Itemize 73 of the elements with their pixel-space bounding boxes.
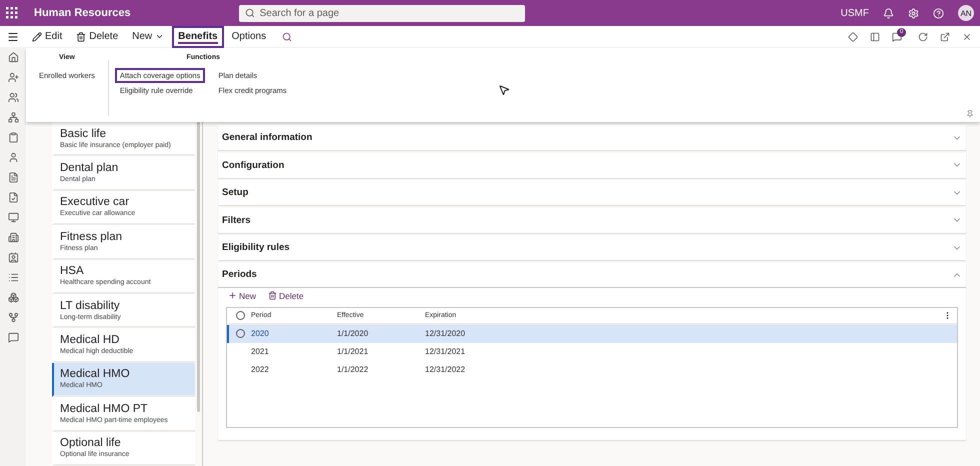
action-button[interactable]: New (126, 26, 170, 48)
company-label[interactable]: USMF (840, 8, 869, 18)
plan-name: Executive car (60, 196, 130, 208)
chat-icon[interactable] (8, 332, 18, 343)
plan-name: Medical HMO PT (60, 402, 149, 415)
table-cell-text: 12/31/2021 (425, 347, 466, 356)
table-cell-text: 1/1/2020 (337, 329, 370, 338)
document-icon[interactable] (8, 172, 18, 183)
scrollbar[interactable] (197, 122, 200, 412)
app-launcher-icon[interactable] (6, 7, 18, 19)
refresh-icon[interactable] (918, 32, 928, 42)
plan-name: Fitness plan (60, 230, 124, 243)
pencil-icon (32, 32, 42, 42)
action-button[interactable]: Delete (70, 26, 124, 48)
building-icon[interactable] (8, 232, 18, 243)
plan-name: Dental plan (60, 162, 120, 174)
plus-icon (228, 291, 237, 300)
search-icon[interactable] (282, 32, 292, 42)
section-header[interactable]: Configuration (218, 152, 966, 178)
help-icon[interactable] (933, 8, 944, 18)
section-header[interactable]: General information (218, 125, 966, 150)
table-cell-text: 12/31/2022 (425, 365, 466, 374)
row-radio[interactable] (236, 329, 244, 338)
home-icon[interactable] (8, 52, 18, 63)
trash-icon (76, 32, 86, 42)
action-tab[interactable]: Benefits (172, 26, 224, 48)
user-avatar[interactable]: AN (958, 5, 974, 21)
plan-name: Optional life (60, 437, 122, 450)
chevron-down-icon (155, 32, 164, 41)
person-icon[interactable] (8, 152, 18, 163)
table-cell-text: 2022 (251, 365, 270, 374)
pin-icon[interactable] (966, 110, 974, 118)
table-cell-text: 2021 (251, 347, 270, 356)
section-header[interactable]: Eligibility rules (218, 235, 966, 260)
boxes-icon[interactable] (8, 292, 18, 303)
search-field[interactable]: Search for a page (238, 4, 525, 22)
table-cell-text: 12/31/2020 (425, 329, 466, 338)
plan-name: LT disability (60, 300, 121, 312)
section-header[interactable]: Filters (218, 208, 966, 232)
clipboard-icon[interactable] (8, 132, 18, 143)
plan-name: Basic life (60, 128, 108, 140)
table-cell-text: 1/1/2021 (337, 347, 370, 356)
plan-name: Medical HMO (60, 368, 131, 380)
select-all-radio[interactable] (236, 310, 244, 320)
section-header[interactable]: Periods (218, 262, 966, 288)
table-cell-text: 1/1/2022 (337, 365, 370, 374)
menu-icon[interactable] (7, 30, 19, 42)
grid-row[interactable]: 2020 1/1/2020 12/31/2020 (227, 324, 957, 342)
settings-icon[interactable] (908, 8, 919, 18)
section-header[interactable]: Setup (218, 180, 966, 205)
org-chart-icon[interactable] (8, 312, 18, 323)
table-cell-text: 2020 (251, 329, 270, 338)
person-add-icon[interactable] (8, 72, 18, 83)
search-icon (244, 8, 255, 18)
monitor-icon[interactable] (8, 212, 18, 223)
bell-icon[interactable] (883, 8, 894, 18)
cursor-icon (498, 84, 510, 96)
action-button[interactable]: Edit (26, 26, 68, 48)
contact-card-icon[interactable] (8, 252, 18, 263)
plan-name: Medical HD (60, 334, 120, 346)
trash-icon (268, 291, 278, 300)
people-icon[interactable] (8, 92, 18, 103)
hierarchy-icon[interactable] (8, 112, 18, 123)
action-tab[interactable]: Options (226, 26, 272, 48)
document-check-icon[interactable] (8, 192, 18, 203)
close-icon[interactable] (962, 32, 972, 42)
diamond-icon[interactable] (848, 32, 858, 42)
plan-name: HSA (60, 265, 85, 278)
app-title: Human Resources (34, 7, 131, 19)
toolbar-button[interactable]: New (226, 290, 258, 300)
panel-icon[interactable] (870, 32, 880, 42)
open-external-icon[interactable] (940, 32, 950, 42)
toolbar-button[interactable]: Delete (266, 290, 306, 300)
